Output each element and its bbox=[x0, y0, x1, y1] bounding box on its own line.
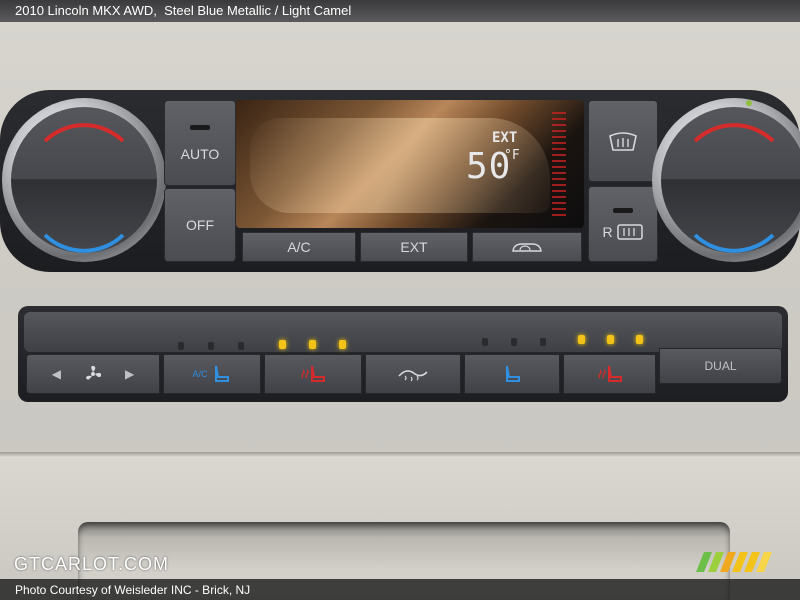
passenger-temp-scale-icon bbox=[693, 123, 775, 253]
led-off bbox=[540, 338, 546, 346]
front-defrost-button[interactable] bbox=[588, 100, 658, 182]
rear-defrost-label: R bbox=[602, 223, 613, 240]
passenger-seat-heat-led bbox=[578, 335, 585, 344]
cooled-seat-icon bbox=[506, 365, 520, 382]
off-label: OFF bbox=[186, 217, 214, 233]
passenger-seat-heat-led bbox=[607, 335, 614, 344]
passenger-seat-heat-led bbox=[636, 335, 643, 344]
rear-defrost-indicator bbox=[613, 207, 633, 213]
heated-wheel-icon bbox=[398, 370, 428, 382]
passenger-temp-knob[interactable] bbox=[661, 107, 800, 253]
driver-seat-heat-led bbox=[339, 340, 346, 349]
site-logo: GTCARLOT.COM bbox=[14, 554, 170, 574]
ac-button[interactable]: A/C bbox=[242, 232, 356, 262]
front-defrost-icon bbox=[609, 132, 637, 151]
auto-label: AUTO bbox=[180, 145, 220, 162]
heated-seat-icon bbox=[301, 365, 325, 382]
heated-seat-icon bbox=[597, 365, 622, 382]
led-off bbox=[511, 338, 517, 346]
dual-button[interactable]: DUAL bbox=[659, 348, 782, 384]
recirculation-icon bbox=[512, 243, 542, 252]
auto-button[interactable]: AUTO bbox=[164, 100, 236, 186]
ext-label: EXT bbox=[400, 239, 428, 255]
fan-increase-button[interactable]: ▶ bbox=[125, 367, 134, 381]
rear-defrost-button[interactable]: R bbox=[588, 186, 658, 262]
heated-wheel-button[interactable] bbox=[365, 354, 461, 394]
display-mode: EXT bbox=[492, 130, 518, 146]
display-unit: °F bbox=[504, 148, 520, 163]
led-off bbox=[208, 342, 214, 350]
rating-bars-icon bbox=[696, 552, 772, 572]
caption-trim: Steel Blue Metallic / Light Camel bbox=[164, 3, 352, 18]
driver-seat-heat-led bbox=[279, 340, 286, 349]
ac-seat-label: A/C bbox=[192, 369, 208, 379]
driver-temp-scale-icon bbox=[43, 123, 125, 253]
cooled-seat-icon bbox=[214, 365, 229, 382]
dual-label: DUAL bbox=[704, 359, 737, 373]
status-light bbox=[746, 100, 752, 106]
driver-temp-knob[interactable] bbox=[11, 107, 157, 253]
fan-speed-control: ◀ ▶ bbox=[26, 354, 160, 394]
led-off bbox=[178, 342, 184, 350]
led-off bbox=[482, 338, 488, 346]
photo-caption: 2010 Lincoln MKX AWD, Steel Blue Metalli… bbox=[15, 3, 351, 18]
display-bar-indicator bbox=[552, 112, 566, 220]
recirculation-button[interactable] bbox=[472, 232, 582, 262]
photo-credit: Photo Courtesy of Weisleder INC - Brick,… bbox=[15, 583, 251, 597]
driver-seat-heat-led bbox=[309, 340, 316, 349]
auto-indicator bbox=[190, 124, 210, 130]
caption-vehicle: 2010 Lincoln MKX AWD, bbox=[15, 3, 157, 18]
off-button[interactable]: OFF bbox=[164, 188, 236, 262]
driver-seat-cool-button[interactable]: A/C bbox=[163, 354, 261, 394]
rear-defrost-icon bbox=[616, 223, 643, 240]
lower-panel-bezel bbox=[24, 312, 782, 352]
led-off bbox=[238, 342, 244, 350]
ac-label: A/C bbox=[287, 239, 311, 255]
passenger-seat-cool-button[interactable] bbox=[464, 354, 560, 394]
driver-seat-heat-button[interactable] bbox=[264, 354, 362, 394]
fan-icon bbox=[86, 365, 102, 380]
passenger-seat-heat-button[interactable] bbox=[563, 354, 656, 394]
fan-decrease-button[interactable]: ◀ bbox=[52, 367, 61, 381]
ext-button[interactable]: EXT bbox=[360, 232, 468, 262]
